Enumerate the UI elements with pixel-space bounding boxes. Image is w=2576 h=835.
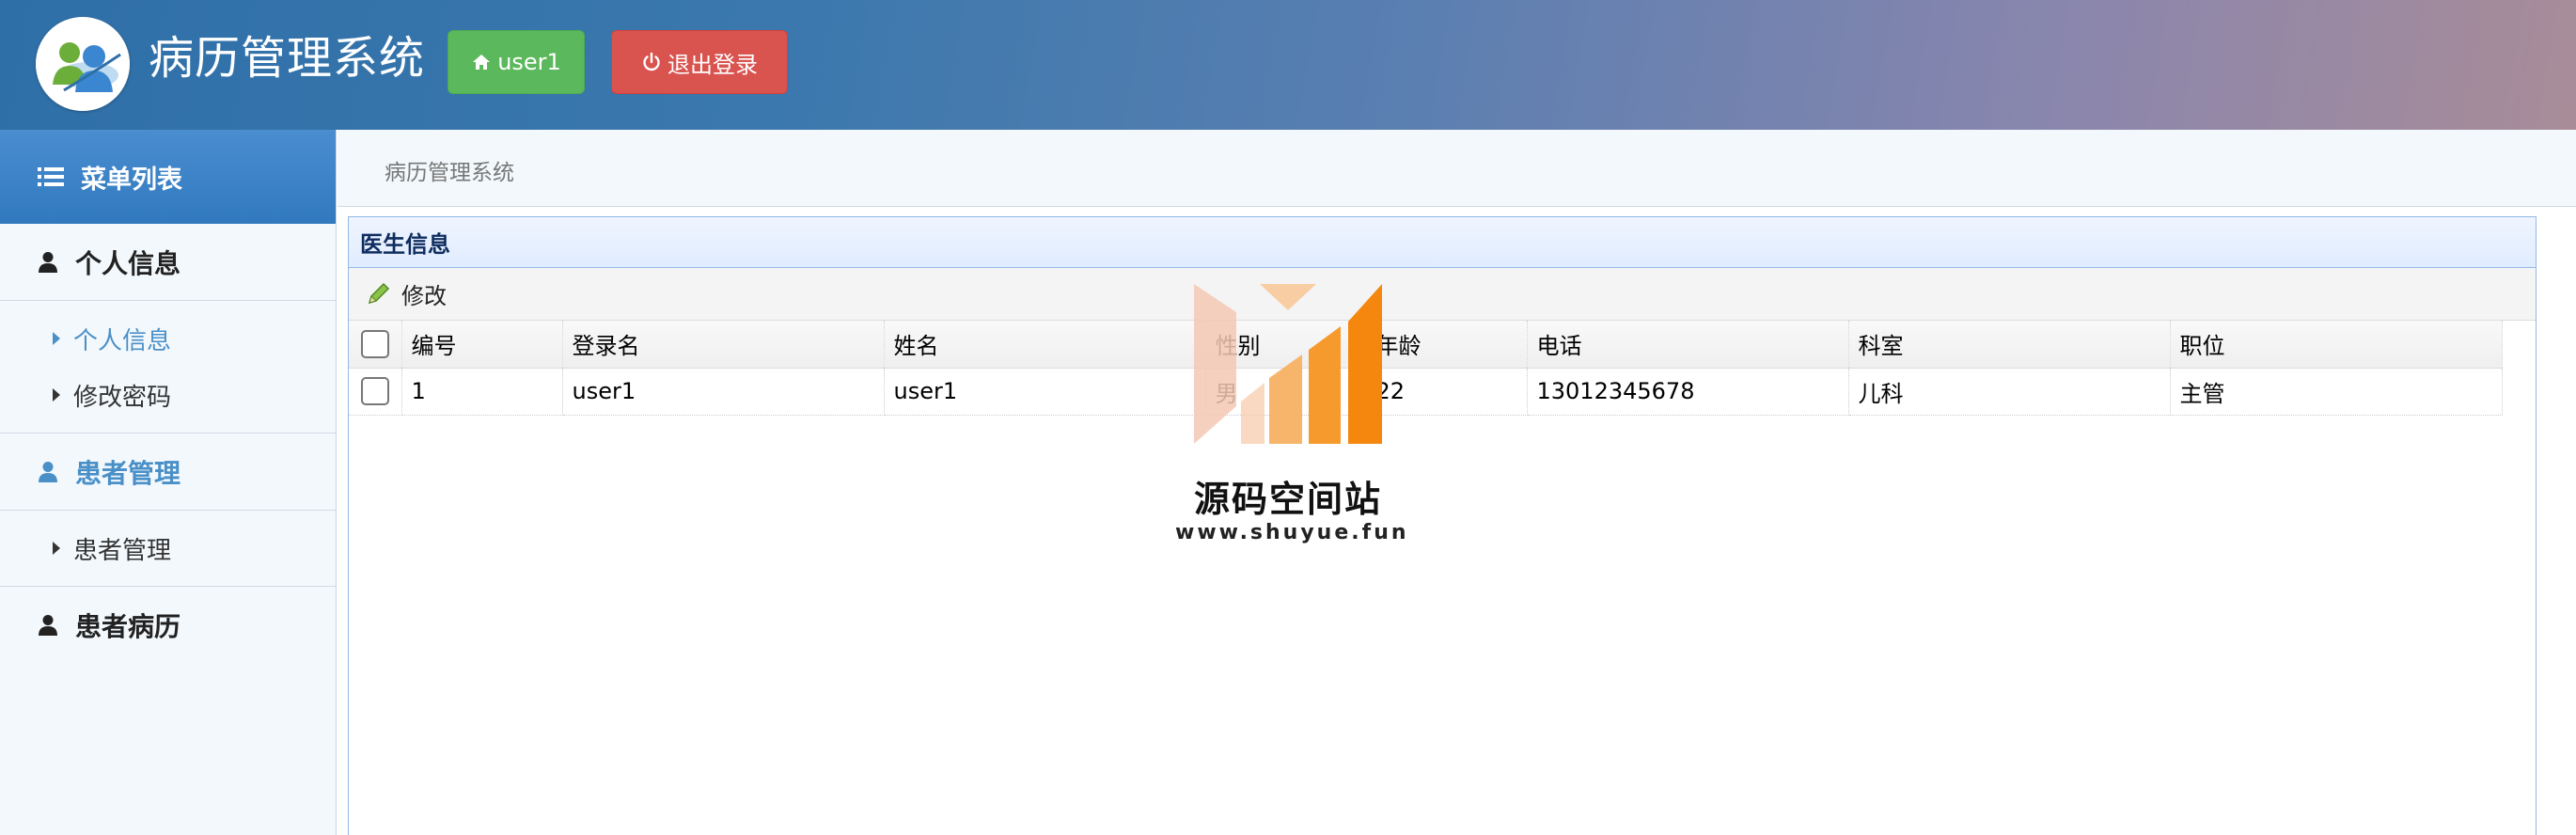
table-row[interactable]: 1 user1 user1 男 22 13012345678 儿科 主管	[349, 368, 2503, 416]
edit-button-label: 修改	[401, 283, 447, 309]
sidebar-group-patient-management[interactable]: 患者管理	[0, 433, 336, 511]
table-header-row: 编号 登录名 姓名 性别 年龄 电话 科室 职位	[349, 321, 2503, 369]
column-header-id[interactable]: 编号	[401, 321, 563, 369]
user-icon	[38, 251, 58, 274]
column-header-login[interactable]: 登录名	[562, 321, 885, 369]
sidebar-group-label: 个人信息	[75, 247, 181, 279]
panel-title: 医生信息	[349, 217, 2536, 268]
column-header-position[interactable]: 职位	[2170, 321, 2503, 369]
sidebar-item-label: 修改密码	[73, 383, 172, 412]
breadcrumb-bar: 病历管理系统	[338, 130, 2576, 207]
column-header-gender[interactable]: 性别	[1205, 321, 1367, 369]
sidebar-group-label: 患者病历	[75, 611, 181, 642]
column-header-age[interactable]: 年龄	[1366, 321, 1528, 369]
breadcrumb: 病历管理系统	[385, 161, 514, 185]
row-checkbox-cell	[349, 368, 402, 416]
sidebar-submenu-patient-management: 患者管理	[0, 511, 336, 587]
select-all-checkbox-cell	[349, 321, 402, 369]
column-header-name[interactable]: 姓名	[884, 321, 1206, 369]
table-cell-position: 主管	[2170, 368, 2503, 416]
table-cell-name: user1	[884, 368, 1206, 416]
table-cell-id: 1	[401, 368, 563, 416]
row-checkbox[interactable]	[360, 377, 389, 405]
table-cell-gender: 男	[1205, 368, 1367, 416]
sidebar-submenu-personal-info: 个人信息 修改密码	[0, 301, 336, 433]
sidebar-group-personal-info[interactable]: 个人信息	[0, 224, 336, 301]
table-cell-age: 22	[1366, 368, 1528, 416]
sidebar-heading: 菜单列表	[0, 130, 336, 224]
sidebar-group-label: 患者管理	[75, 457, 181, 489]
sidebar-group-patient-records[interactable]: 患者病历	[0, 587, 336, 664]
users-logo-icon	[36, 17, 130, 111]
sidebar-item-personal-info[interactable]: 个人信息	[0, 310, 336, 367]
pencil-icon	[364, 280, 392, 308]
app-title: 病历管理系统	[149, 32, 426, 85]
user-icon	[38, 614, 58, 637]
user-button[interactable]: user1	[448, 30, 585, 94]
caret-right-icon	[53, 332, 60, 345]
select-all-checkbox[interactable]	[360, 329, 389, 358]
sidebar-heading-label: 菜单列表	[81, 165, 182, 195]
sidebar-item-patient-management[interactable]: 患者管理	[0, 520, 336, 576]
power-icon	[641, 52, 662, 72]
sidebar-item-change-password[interactable]: 修改密码	[0, 367, 336, 423]
column-header-phone[interactable]: 电话	[1527, 321, 1849, 369]
table-cell-login: user1	[562, 368, 885, 416]
doctor-info-panel: 医生信息 修改 编号 登录名 姓名 性别 年龄 电话 科室 职位 1 user1…	[348, 216, 2537, 835]
caret-right-icon	[53, 388, 60, 402]
table-cell-department: 儿科	[1848, 368, 2171, 416]
doctor-table: 编号 登录名 姓名 性别 年龄 电话 科室 职位 1 user1 user1 男…	[349, 321, 2503, 416]
caret-right-icon	[53, 542, 60, 555]
user-button-label: user1	[497, 49, 561, 75]
list-icon	[38, 165, 64, 188]
home-icon	[471, 52, 492, 72]
top-header: 病历管理系统 user1 退出登录	[0, 0, 2576, 130]
logout-button[interactable]: 退出登录	[611, 30, 788, 94]
column-header-department[interactable]: 科室	[1848, 321, 2171, 369]
panel-toolbar: 修改	[349, 268, 2536, 321]
sidebar-item-label: 患者管理	[73, 536, 172, 565]
edit-button[interactable]: 修改	[364, 277, 447, 310]
user-icon	[38, 461, 58, 483]
table-cell-phone: 13012345678	[1527, 368, 1849, 416]
sidebar-item-label: 个人信息	[73, 326, 172, 355]
logout-button-label: 退出登录	[668, 51, 758, 78]
sidebar: 菜单列表 个人信息 个人信息 修改密码 患者管理 患者管理 患者病历	[0, 130, 337, 835]
